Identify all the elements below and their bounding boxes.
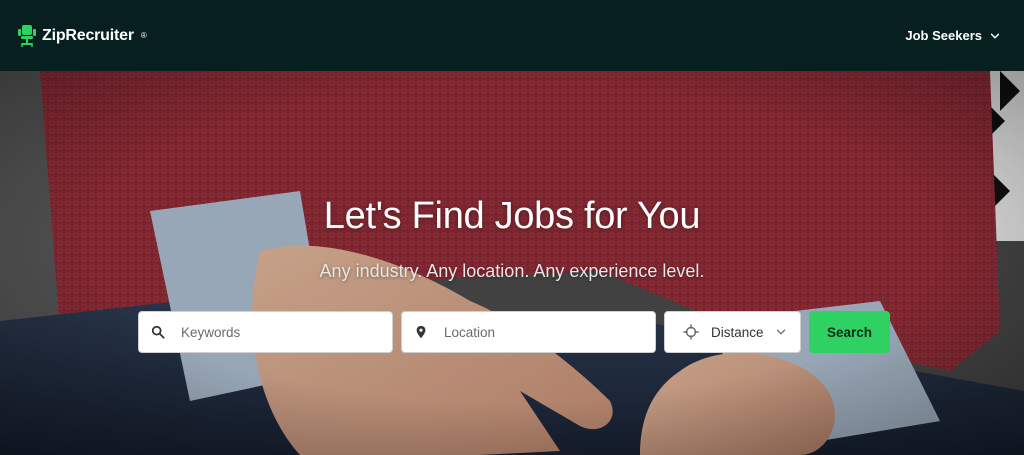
chevron-down-icon bbox=[990, 33, 1000, 39]
keywords-input[interactable] bbox=[179, 323, 380, 341]
search-icon bbox=[151, 325, 165, 339]
chevron-down-icon bbox=[776, 329, 786, 335]
location-input[interactable] bbox=[442, 323, 643, 341]
distance-select[interactable]: Distance bbox=[664, 311, 801, 353]
distance-label: Distance bbox=[711, 324, 764, 340]
hero-subtitle: Any industry. Any location. Any experien… bbox=[319, 261, 705, 281]
chair-logo-icon bbox=[18, 24, 36, 47]
keywords-field[interactable] bbox=[138, 311, 393, 353]
search-button[interactable]: Search bbox=[809, 311, 890, 353]
job-search-form: Distance Search bbox=[138, 311, 890, 353]
job-seekers-label: Job Seekers bbox=[905, 28, 982, 43]
top-navigation-bar: ZipRecruiter ® Job Seekers bbox=[0, 0, 1024, 71]
location-field[interactable] bbox=[401, 311, 656, 353]
ziprecruiter-logo[interactable]: ZipRecruiter ® bbox=[18, 24, 147, 47]
registered-mark: ® bbox=[140, 31, 147, 40]
hero-section: Let's Find Jobs for You Any industry. An… bbox=[0, 71, 1024, 455]
location-pin-icon bbox=[416, 325, 426, 339]
job-seekers-menu[interactable]: Job Seekers bbox=[905, 28, 1000, 43]
brand-name: ZipRecruiter bbox=[42, 26, 134, 44]
hero-title: Let's Find Jobs for You bbox=[323, 195, 701, 237]
crosshair-icon bbox=[683, 324, 699, 340]
